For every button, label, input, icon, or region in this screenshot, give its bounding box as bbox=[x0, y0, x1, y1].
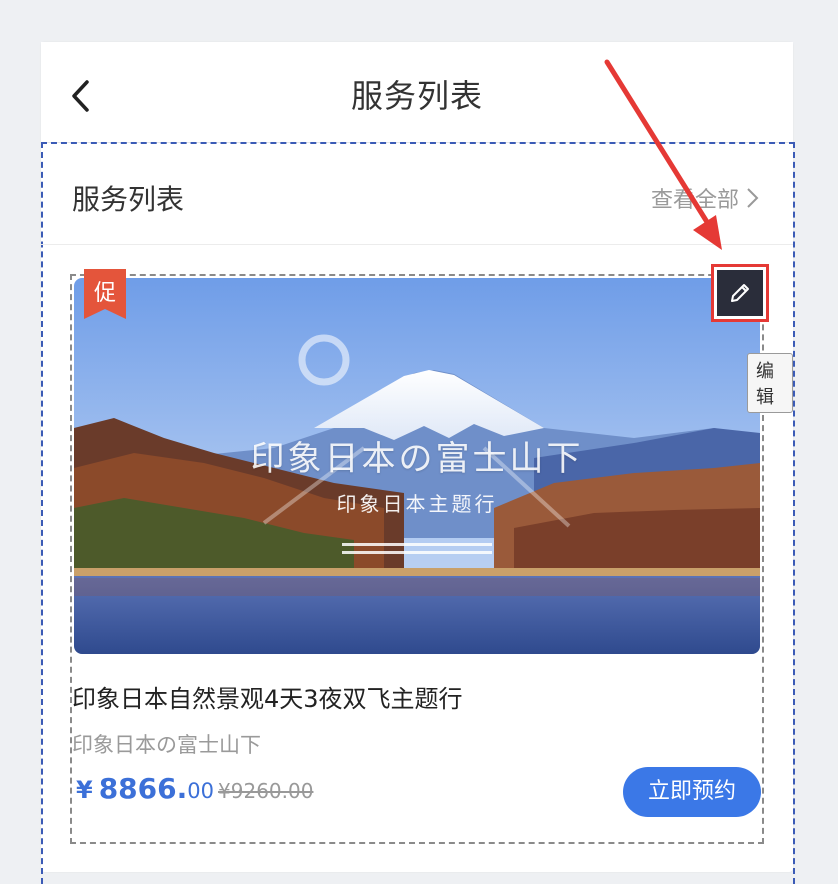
edit-tooltip: 编辑 bbox=[747, 353, 793, 413]
pencil-icon bbox=[731, 284, 749, 302]
banner-image: 印象日本の富士山下 印象日本主题行 bbox=[74, 278, 760, 654]
price-original: ¥9260.00 bbox=[218, 779, 314, 803]
divider bbox=[41, 244, 793, 245]
promo-badge: 促 bbox=[84, 269, 126, 319]
view-all-label: 查看全部 bbox=[650, 188, 739, 213]
edit-button[interactable] bbox=[711, 264, 769, 322]
price-decimal: 00 bbox=[187, 779, 215, 803]
chevron-right-icon bbox=[747, 188, 759, 208]
banner-title: 印象日本の富士山下 bbox=[250, 439, 584, 479]
price-main: 8866. bbox=[98, 772, 188, 805]
navbar: 服务列表 bbox=[41, 42, 793, 143]
section-title: 服务列表 bbox=[72, 183, 185, 216]
product-subtitle: 印象日本の富士山下 bbox=[72, 733, 261, 757]
banner-subtitle: 印象日本主题行 bbox=[336, 492, 498, 516]
price-block: ¥ 8866. 00 ¥9260.00 bbox=[76, 772, 313, 805]
price-currency: ¥ bbox=[76, 776, 93, 804]
phone-frame: 服务列表 服务列表 查看全部 印象日本の富士山下 印象日本主题行 促 编辑 印象… bbox=[41, 42, 795, 884]
product-title[interactable]: 印象日本自然景观4天3夜双飞主题行 bbox=[72, 679, 463, 714]
view-all-link[interactable]: 查看全部 bbox=[651, 182, 759, 214]
edit-button-bg bbox=[717, 270, 763, 316]
promo-badge-label: 促 bbox=[93, 281, 116, 306]
book-now-button[interactable]: 立即预约 bbox=[623, 767, 761, 817]
page-title: 服务列表 bbox=[350, 77, 483, 115]
